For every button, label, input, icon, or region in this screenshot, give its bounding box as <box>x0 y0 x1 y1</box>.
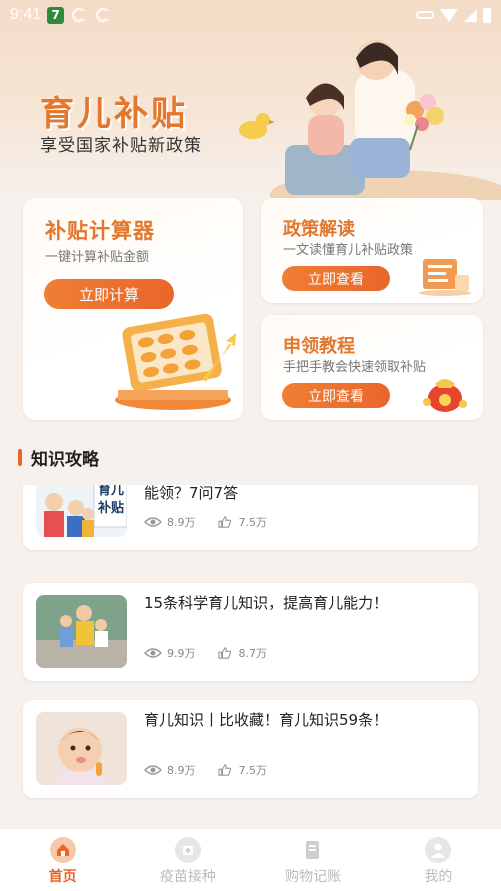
duck-icon <box>239 113 275 139</box>
article-thumbnail <box>36 712 127 785</box>
guide-view-button[interactable]: 立即查看 <box>282 383 390 408</box>
abacus-icon <box>115 313 236 410</box>
article-stats: 9.9万 8.7万 <box>144 645 287 661</box>
policy-view-button[interactable]: 立即查看 <box>282 266 390 291</box>
nav-vaccine-label: 疫苗接种 <box>159 869 216 885</box>
subsidy-calculator-card[interactable]: 补贴计算器 一键计算补贴金额 立即计算 <box>23 198 243 420</box>
home-icon <box>49 837 76 863</box>
nav-profile-label: 我的 <box>424 869 453 885</box>
signal-icon <box>464 8 477 22</box>
like-count: 7.5万 <box>238 764 268 777</box>
nav-profile[interactable]: 我的 <box>376 829 501 891</box>
nav-vaccine[interactable]: 疫苗接种 <box>125 829 250 891</box>
article-title: 育儿补贴申领需要什么材料，支付宝和微信能不能领？7问7答 <box>144 485 239 502</box>
policy-interpretation-card[interactable]: 政策解读 一文读懂育儿补贴政策 立即查看 <box>261 198 483 303</box>
sync-icon <box>72 8 87 22</box>
article-thumbnail: 育儿 补贴 <box>36 485 127 537</box>
section-accent-bar <box>18 449 22 466</box>
eye-icon <box>144 648 162 658</box>
document-icon <box>419 259 471 296</box>
notification-badge: 7 <box>47 6 65 24</box>
calculate-now-button[interactable]: 立即计算 <box>44 279 174 309</box>
article-title: 育儿知识丨比收藏！育儿知识59条！ <box>144 711 389 729</box>
vpn-key-icon <box>416 11 434 19</box>
guide-title: 申领教程 <box>283 336 355 357</box>
article-thumbnail <box>36 595 127 668</box>
view-count: 8.9万 <box>167 764 196 777</box>
guide-subtitle: 手把手教会快速领取补贴 <box>283 360 427 375</box>
status-bar: 9:41 7 <box>0 0 501 30</box>
calculator-title: 补贴计算器 <box>45 219 155 243</box>
svg-text:补贴: 补贴 <box>97 500 124 516</box>
mother-child-illustration <box>270 40 501 200</box>
article-card[interactable]: 15条科学育儿知识，提高育儿能力！ 9.9万 8.7万 <box>23 583 478 681</box>
bottom-navigation: 首页 疫苗接种 购物记账 我的 <box>0 828 501 891</box>
profile-icon <box>425 837 452 863</box>
view-count: 8.9万 <box>167 516 196 529</box>
view-count: 9.9万 <box>167 647 196 660</box>
vaccine-icon <box>174 837 201 863</box>
section-title: 知识攻略 <box>31 450 99 470</box>
article-card[interactable]: 育儿知识丨比收藏！育儿知识59条！ 8.9万 7.5万 <box>23 700 478 798</box>
thumbs-up-icon <box>217 516 231 528</box>
nav-ledger[interactable]: 购物记账 <box>251 829 376 891</box>
like-count: 7.5万 <box>238 516 268 529</box>
wifi-icon <box>440 8 458 22</box>
article-list[interactable]: 育儿 补贴 育儿补贴申领需要什么材料，支付宝和微信能不能领？7问7答 8.9万 … <box>0 485 501 825</box>
article-stats: 8.9万 7.5万 <box>144 762 287 778</box>
svg-text:育儿: 育儿 <box>98 485 124 498</box>
thumbs-up-icon <box>217 647 231 659</box>
hero-subtitle: 享受国家补贴新政策 <box>40 136 202 156</box>
eye-icon <box>144 765 162 775</box>
application-guide-card[interactable]: 申领教程 手把手教会快速领取补贴 立即查看 <box>261 315 483 420</box>
battery-icon <box>483 7 491 23</box>
ledger-icon <box>300 837 327 863</box>
hero-banner: 育儿补贴 享受国家补贴新政策 <box>0 0 501 200</box>
lucky-bag-icon <box>423 379 467 412</box>
article-card[interactable]: 育儿 补贴 育儿补贴申领需要什么材料，支付宝和微信能不能领？7问7答 8.9万 … <box>23 485 478 550</box>
nav-home[interactable]: 首页 <box>0 829 125 891</box>
nav-ledger-label: 购物记账 <box>285 869 342 885</box>
policy-title: 政策解读 <box>283 219 355 240</box>
like-count: 8.7万 <box>238 647 268 660</box>
sync-icon-2 <box>96 8 111 22</box>
article-stats: 8.9万 7.5万 <box>144 514 287 530</box>
policy-subtitle: 一文读懂育儿补贴政策 <box>283 243 414 258</box>
article-title: 15条科学育儿知识，提高育儿能力！ <box>144 594 389 612</box>
knowledge-section-header: 知识攻略 <box>18 445 99 470</box>
thumbs-up-icon <box>217 764 231 776</box>
status-time: 9:41 <box>10 6 42 23</box>
eye-icon <box>144 517 162 527</box>
hero-title: 育儿补贴 <box>40 94 188 134</box>
calculator-subtitle: 一键计算补贴金额 <box>45 250 150 265</box>
nav-home-label: 首页 <box>48 869 77 885</box>
